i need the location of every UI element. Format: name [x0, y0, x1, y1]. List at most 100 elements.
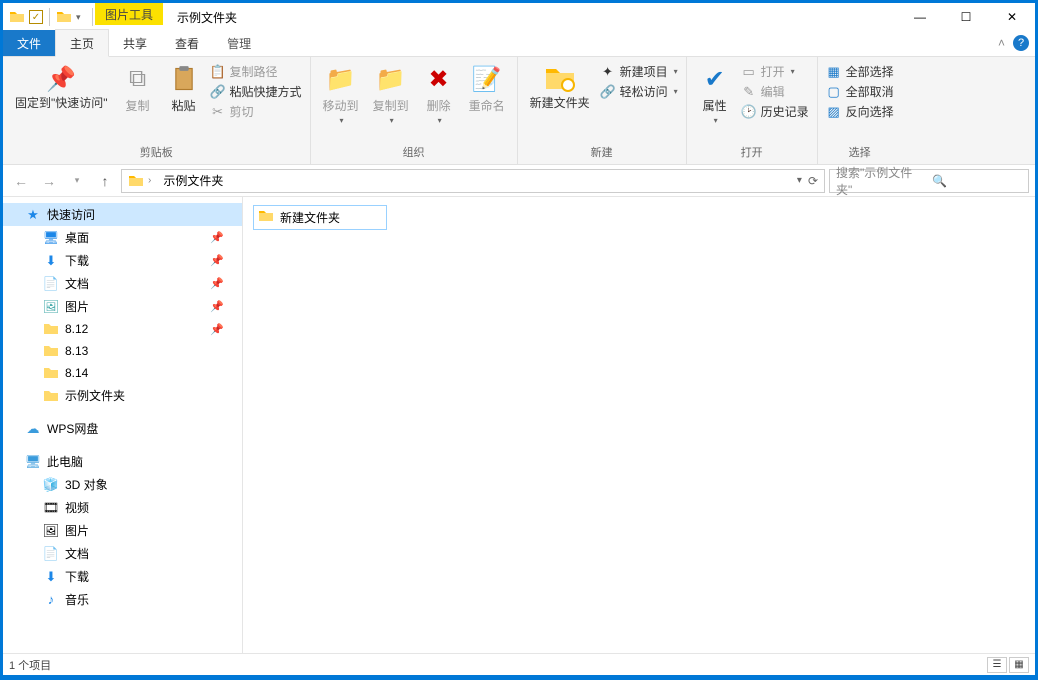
download-icon: ⬇: [43, 253, 59, 269]
history-icon: 🕑: [741, 104, 757, 120]
pin-icon: 📌: [210, 300, 224, 313]
qat-checkbox-icon[interactable]: ✓: [29, 10, 43, 24]
back-button[interactable]: ←: [9, 169, 33, 193]
search-icon[interactable]: 🔍: [932, 174, 1022, 188]
forward-button[interactable]: →: [37, 169, 61, 193]
history-button[interactable]: 🕑历史记录: [741, 103, 809, 120]
label: 重命名: [469, 97, 505, 114]
tab-view[interactable]: 查看: [161, 30, 213, 56]
select-all-button[interactable]: ▦全部选择: [826, 63, 894, 80]
tab-manage[interactable]: 管理: [213, 30, 265, 56]
new-item-icon: ✦: [600, 64, 616, 80]
file-list[interactable]: 新建文件夹: [243, 197, 1035, 653]
rename-button[interactable]: 📝 重命名: [465, 61, 509, 116]
move-to-button[interactable]: 📁 移动到▾: [319, 61, 363, 127]
star-icon: ★: [25, 207, 41, 223]
nav-sample-folder[interactable]: 示例文件夹: [3, 384, 242, 407]
window-controls: — ☐ ✕: [897, 3, 1035, 31]
delete-button[interactable]: ✖ 删除▾: [419, 61, 459, 127]
group-label: 剪贴板: [11, 144, 302, 162]
tab-home[interactable]: 主页: [55, 29, 109, 57]
nav-wps[interactable]: ☁WPS网盘: [3, 417, 242, 440]
paste-shortcut-button[interactable]: 🔗粘贴快捷方式: [210, 83, 302, 100]
music-icon: ♪: [43, 592, 59, 608]
nav-videos[interactable]: 🎞视频: [3, 496, 242, 519]
address-bar[interactable]: › 示例文件夹 ▾ ⟳: [121, 169, 825, 193]
nav-documents2[interactable]: 📄文档: [3, 542, 242, 565]
label: 下载: [65, 252, 89, 269]
shortcut-icon: 🔗: [210, 84, 226, 100]
properties-button[interactable]: ✔ 属性▾: [695, 61, 735, 127]
picture-icon: 🖼: [43, 523, 59, 539]
nav-quick-access[interactable]: ★ 快速访问: [3, 203, 242, 226]
folder-icon[interactable]: [56, 9, 72, 25]
nav-this-pc[interactable]: 🖥此电脑: [3, 450, 242, 473]
select-none-button[interactable]: ▢全部取消: [826, 83, 894, 100]
nav-812[interactable]: 8.12📌: [3, 318, 242, 340]
label: 固定到"快速访问": [15, 97, 108, 110]
document-icon: 📄: [43, 276, 59, 292]
help-icon[interactable]: ?: [1013, 35, 1029, 51]
nav-downloads[interactable]: ⬇下载📌: [3, 249, 242, 272]
tab-file[interactable]: 文件: [3, 30, 55, 56]
label: 打开: [761, 63, 785, 80]
list-item[interactable]: 新建文件夹: [253, 205, 387, 230]
refresh-button[interactable]: ⟳: [804, 174, 822, 188]
nav-music[interactable]: ♪音乐: [3, 588, 242, 611]
nav-pictures[interactable]: 🖼图片📌: [3, 295, 242, 318]
label: 8.14: [65, 366, 88, 380]
easy-access-button[interactable]: 🔗轻松访问▾: [600, 83, 678, 100]
breadcrumb-root[interactable]: ›: [124, 173, 155, 189]
copy-to-button[interactable]: 📁 复制到▾: [369, 61, 413, 127]
nav-813[interactable]: 8.13: [3, 340, 242, 362]
copy-path-button[interactable]: 📋复制路径: [210, 63, 302, 80]
label: 移动到: [323, 97, 359, 114]
copy-button[interactable]: ⧉ 复制: [118, 61, 158, 116]
pin-to-quick-access-button[interactable]: 📌 固定到"快速访问": [11, 61, 112, 112]
recent-dropdown[interactable]: ▾: [65, 169, 89, 193]
new-folder-icon: [544, 63, 576, 95]
copy-icon: ⧉: [122, 63, 154, 95]
label: 反向选择: [846, 103, 894, 120]
search-box[interactable]: 搜索"示例文件夹" 🔍: [829, 169, 1029, 193]
label: 轻松访问: [620, 83, 668, 100]
invert-icon: ▨: [826, 104, 842, 120]
nav-documents[interactable]: 📄文档📌: [3, 272, 242, 295]
ribbon-collapse-icon[interactable]: ˄: [998, 36, 1005, 50]
icons-view-button[interactable]: ▦: [1009, 657, 1029, 673]
invert-selection-button[interactable]: ▨反向选择: [826, 103, 894, 120]
nav-pictures2[interactable]: 🖼图片: [3, 519, 242, 542]
nav-downloads2[interactable]: ⬇下载: [3, 565, 242, 588]
properties-icon: ✔: [699, 63, 731, 95]
close-button[interactable]: ✕: [989, 3, 1035, 31]
label: 3D 对象: [65, 476, 108, 493]
edit-button[interactable]: ✎编辑: [741, 83, 809, 100]
nav-3d-objects[interactable]: 🧊3D 对象: [3, 473, 242, 496]
up-button[interactable]: ↑: [93, 169, 117, 193]
details-view-button[interactable]: ☰: [987, 657, 1007, 673]
window-title: 示例文件夹: [163, 3, 237, 31]
open-button[interactable]: ▭打开▾: [741, 63, 809, 80]
new-folder-button[interactable]: 新建文件夹: [526, 61, 594, 112]
path-icon: 📋: [210, 64, 226, 80]
pin-icon: 📌: [210, 323, 224, 336]
nav-desktop[interactable]: 🖥桌面📌: [3, 226, 242, 249]
address-dropdown-icon[interactable]: ▾: [797, 175, 802, 186]
tab-share[interactable]: 共享: [109, 30, 161, 56]
maximize-button[interactable]: ☐: [943, 3, 989, 31]
label: 删除: [427, 97, 451, 114]
group-label: 选择: [826, 144, 894, 162]
qat-dropdown-icon[interactable]: ▾: [76, 12, 86, 23]
nav-814[interactable]: 8.14: [3, 362, 242, 384]
ribbon-group-organize: 📁 移动到▾ 📁 复制到▾ ✖ 删除▾ 📝 重命名 组织: [311, 57, 518, 164]
navigation-pane[interactable]: ★ 快速访问 🖥桌面📌 ⬇下载📌 📄文档📌 🖼图片📌 8.12📌 8.13 8.…: [3, 197, 243, 653]
label: 编辑: [761, 83, 785, 100]
label: 图片: [65, 298, 89, 315]
new-item-button[interactable]: ✦新建项目▾: [600, 63, 678, 80]
minimize-button[interactable]: —: [897, 3, 943, 31]
cut-button[interactable]: ✂剪切: [210, 103, 302, 120]
breadcrumb-item[interactable]: 示例文件夹: [159, 172, 227, 189]
paste-button[interactable]: 粘贴: [164, 61, 204, 116]
label: 全部选择: [846, 63, 894, 80]
folder-icon: [9, 9, 25, 25]
